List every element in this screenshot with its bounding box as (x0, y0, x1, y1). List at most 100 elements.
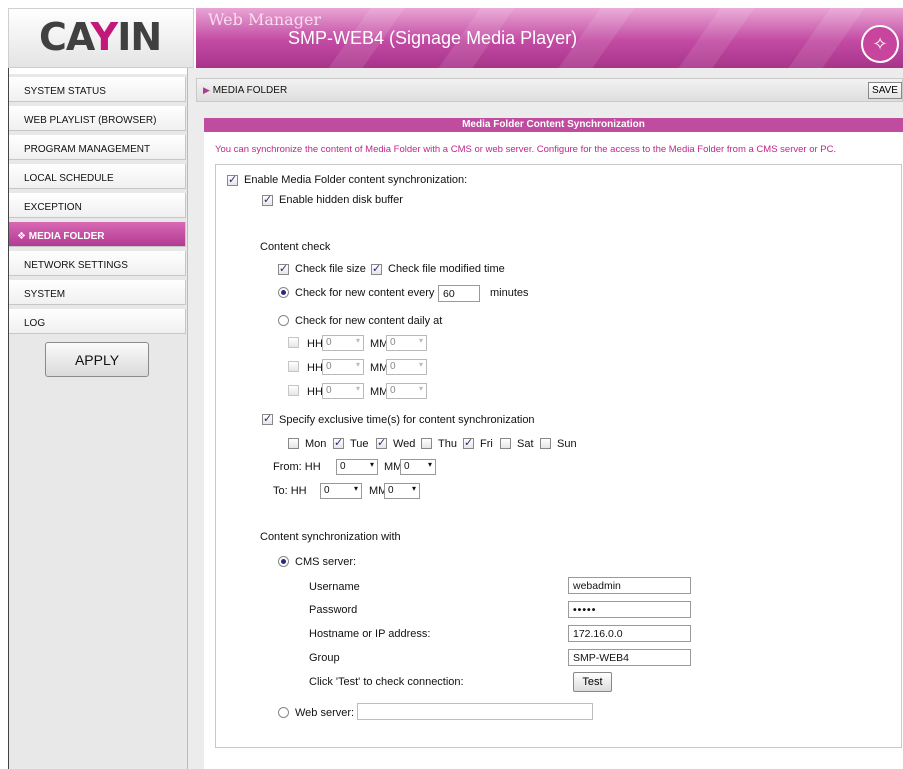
check-interval-input[interactable]: 60 (438, 285, 480, 302)
to-label: To: HH (273, 485, 307, 497)
dropdown-arrow-icon: ▾ (355, 384, 360, 393)
sidebar-item-web-playlist[interactable]: WEB PLAYLIST (BROWSER) (9, 106, 186, 131)
dropdown-arrow-icon: ▾ (353, 484, 358, 493)
panel-description: You can synchronize the content of Media… (215, 144, 837, 155)
daily-time-3-checkbox[interactable] (288, 385, 299, 396)
settings-box: Enable Media Folder content synchronizat… (215, 164, 902, 748)
check-every-radio[interactable] (278, 287, 289, 298)
daily-time-2-mm-select[interactable]: 0 ▾ (386, 359, 427, 375)
check-modified-time-label: Check file modified time (388, 263, 505, 275)
group-label: Group (309, 652, 340, 664)
day-sat-label: Sat (517, 438, 534, 450)
minutes-label: minutes (490, 287, 529, 299)
sync-with-heading: Content synchronization with (260, 531, 401, 543)
breadcrumb-arrow-icon: ▶ (203, 85, 210, 95)
username-label: Username (309, 581, 360, 593)
day-thu-checkbox[interactable] (421, 438, 432, 449)
breadcrumb-label: MEDIA FOLDER (212, 85, 288, 96)
sidebar-item-exception[interactable]: EXCEPTION (9, 193, 186, 218)
dropdown-arrow-icon: ▾ (369, 460, 374, 469)
dropdown-arrow-icon: ▾ (355, 360, 360, 369)
password-label: Password (309, 604, 358, 616)
dropdown-arrow-icon: ▾ (355, 336, 360, 345)
hh-label: HH (307, 386, 323, 398)
day-fri-label: Fri (480, 438, 493, 450)
hh-label: HH (307, 338, 323, 350)
dropdown-arrow-icon: ▾ (427, 460, 432, 469)
exclusive-time-checkbox[interactable] (262, 412, 273, 425)
daily-time-2-hh-select[interactable]: 0 ▾ (322, 359, 364, 375)
enable-sync-checkbox[interactable] (227, 173, 238, 186)
media-folder-panel: Media Folder Content Synchronization You… (204, 118, 903, 769)
exclusive-time-label: Specify exclusive time(s) for content sy… (279, 414, 535, 426)
cms-server-label: CMS server: (295, 556, 357, 568)
day-mon-label: Mon (305, 438, 327, 450)
cayin-logo: CAYIN (39, 15, 162, 59)
cms-server-radio[interactable] (278, 556, 289, 567)
daily-time-3-hh-select[interactable]: 0 ▾ (322, 383, 364, 399)
web-server-input[interactable] (357, 703, 593, 720)
from-mm-select[interactable]: 0 ▾ (400, 459, 436, 475)
sidebar-item-system[interactable]: SYSTEM (9, 280, 186, 305)
check-file-size-checkbox[interactable] (278, 262, 289, 275)
day-sun-checkbox[interactable] (540, 438, 551, 449)
check-every-label: Check for new content every (295, 287, 435, 299)
sidebar-item-local-schedule[interactable]: LOCAL SCHEDULE (9, 164, 186, 189)
day-wed-checkbox[interactable] (376, 436, 387, 449)
sidebar-item-network-settings[interactable]: NETWORK SETTINGS (9, 251, 186, 276)
sidebar: SYSTEM STATUS WEB PLAYLIST (BROWSER) PRO… (9, 74, 187, 769)
password-input[interactable]: ••••• (568, 601, 691, 618)
dropdown-arrow-icon: ▾ (411, 484, 416, 493)
daily-time-2-checkbox[interactable] (288, 361, 299, 372)
test-connection-button[interactable]: Test (573, 672, 612, 692)
device-title: SMP-WEB4 (Signage Media Player) (288, 28, 578, 48)
to-hh-select[interactable]: 0 ▾ (320, 483, 362, 499)
day-tue-checkbox[interactable] (333, 436, 344, 449)
breadcrumb: ▶ MEDIA FOLDER SAVE (196, 78, 903, 102)
header-banner: Web Manager SMP-WEB4 (Signage Media Play… (196, 8, 903, 68)
username-input[interactable]: webadmin (568, 577, 691, 594)
test-hint-label: Click 'Test' to check connection: (309, 676, 464, 688)
logo-area: CAYIN (8, 8, 194, 68)
check-daily-radio[interactable] (278, 315, 289, 326)
save-button[interactable]: SAVE (868, 82, 902, 99)
web-server-label: Web server: (295, 707, 355, 719)
day-fri-checkbox[interactable] (463, 436, 474, 449)
daily-time-3-mm-select[interactable]: 0 ▾ (386, 383, 427, 399)
hostname-input[interactable]: 172.16.0.0 (568, 625, 691, 642)
dropdown-arrow-icon: ▾ (418, 360, 423, 369)
from-label: From: HH (273, 461, 321, 473)
sidebar-divider (187, 68, 188, 769)
sidebar-item-media-folder[interactable]: ❖ MEDIA FOLDER (9, 222, 186, 247)
sidebar-item-program-management[interactable]: PROGRAM MANAGEMENT (9, 135, 186, 160)
day-sun-label: Sun (557, 438, 577, 450)
dropdown-arrow-icon: ▾ (418, 384, 423, 393)
enable-sync-label: Enable Media Folder content synchronizat… (244, 174, 468, 186)
web-server-radio[interactable] (278, 707, 289, 718)
magic-wand-icon[interactable]: ✧ (861, 25, 899, 63)
day-sat-checkbox[interactable] (500, 438, 511, 449)
daily-time-1-mm-select[interactable]: 0 ▾ (386, 335, 427, 351)
hostname-label: Hostname or IP address: (309, 628, 431, 640)
group-input[interactable]: SMP-WEB4 (568, 649, 691, 666)
sidebar-item-system-status[interactable]: SYSTEM STATUS (9, 77, 186, 102)
to-mm-select[interactable]: 0 ▾ (384, 483, 420, 499)
day-thu-label: Thu (438, 438, 457, 450)
check-daily-label: Check for new content daily at (295, 315, 443, 327)
panel-title: Media Folder Content Synchronization (204, 118, 903, 132)
content-check-heading: Content check (260, 241, 331, 253)
hidden-buffer-checkbox[interactable] (262, 193, 273, 206)
hh-label: HH (307, 362, 323, 374)
from-hh-select[interactable]: 0 ▾ (336, 459, 378, 475)
dropdown-arrow-icon: ▾ (418, 336, 423, 345)
daily-time-1-hh-select[interactable]: 0 ▾ (322, 335, 364, 351)
apply-button[interactable]: APPLY (45, 342, 149, 377)
daily-time-1-checkbox[interactable] (288, 337, 299, 348)
hidden-buffer-label: Enable hidden disk buffer (279, 194, 403, 206)
sidebar-item-log[interactable]: LOG (9, 309, 186, 334)
check-file-size-label: Check file size (295, 263, 366, 275)
app-title: Web Manager (208, 10, 322, 29)
day-tue-label: Tue (350, 438, 369, 450)
check-modified-time-checkbox[interactable] (371, 262, 382, 275)
day-mon-checkbox[interactable] (288, 438, 299, 449)
